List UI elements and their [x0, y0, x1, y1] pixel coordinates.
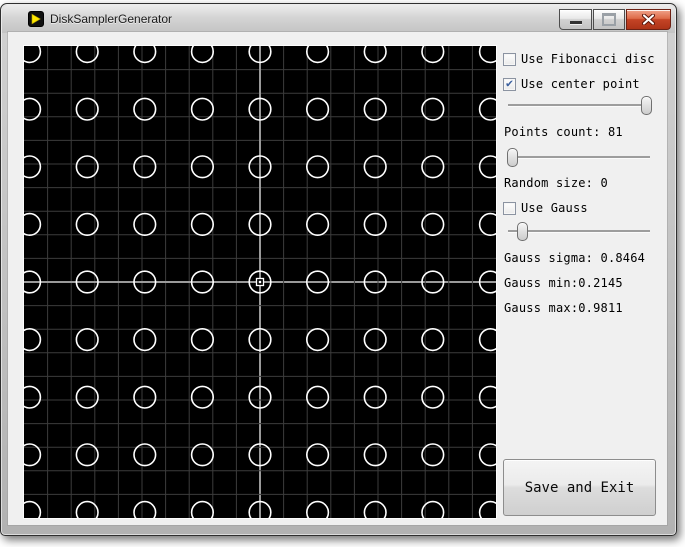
close-icon [642, 10, 655, 29]
app-icon [28, 11, 44, 27]
minimize-icon [569, 21, 582, 24]
title-bar[interactable]: DiskSamplerGenerator [2, 5, 675, 33]
slider-groove [508, 104, 650, 107]
use-gauss-checkbox[interactable] [503, 201, 516, 215]
disk-samples-plot [24, 46, 496, 518]
app-window: DiskSamplerGenerator Use Fibonacci disc … [0, 3, 677, 536]
points-count-slider[interactable] [508, 96, 652, 115]
checkbox-row-gauss: Use Gauss [503, 201, 588, 215]
gauss-sigma-label: Gauss sigma: 0.8464 [504, 251, 646, 265]
gauss-min-label: Gauss min:0.2145 [504, 276, 623, 290]
fibonacci-disc-label: Use Fibonacci disc [521, 52, 655, 66]
points-count-label: Points count: 81 [504, 125, 623, 139]
caption-buttons [559, 9, 671, 30]
maximize-icon [602, 13, 616, 26]
maximize-button[interactable] [593, 9, 625, 30]
gauss-max-label: Gauss max:0.9811 [504, 301, 623, 315]
center-point-label: Use center point [521, 77, 640, 91]
minimize-button[interactable] [559, 9, 592, 30]
slider-groove [508, 230, 650, 233]
random-size-label: Random size: 0 [504, 176, 608, 190]
sample-preview-canvas [23, 45, 497, 519]
checkbox-row-fibonacci: Use Fibonacci disc [503, 52, 655, 66]
save-and-exit-button[interactable]: Save and Exit [503, 459, 656, 516]
client-area: Use Fibonacci disc ✔ Use center point Po… [8, 32, 667, 525]
checkbox-row-center-point: ✔ Use center point [503, 77, 640, 91]
use-gauss-label: Use Gauss [521, 201, 588, 215]
slider-groove [508, 156, 650, 159]
save-and-exit-label: Save and Exit [524, 479, 635, 496]
center-point-checkbox[interactable]: ✔ [503, 76, 516, 91]
close-button[interactable] [626, 9, 671, 30]
slider-handle[interactable] [640, 96, 652, 115]
window-title: DiskSamplerGenerator [50, 12, 173, 26]
random-size-slider[interactable] [507, 148, 650, 167]
slider-handle[interactable] [517, 222, 529, 241]
slider-handle[interactable] [507, 148, 519, 167]
gauss-sigma-slider[interactable] [508, 222, 650, 241]
fibonacci-disc-checkbox[interactable] [503, 52, 516, 66]
checkbox-check-icon: ✔ [505, 76, 514, 90]
